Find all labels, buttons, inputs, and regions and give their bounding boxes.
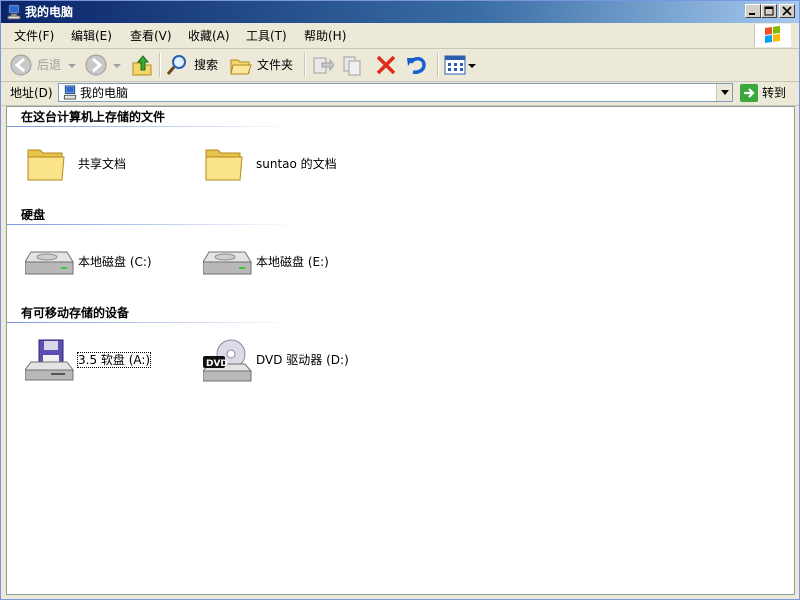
menu-edit[interactable]: 编辑(E)	[71, 29, 112, 43]
item-label: 本地磁盘 (E:)	[256, 255, 329, 269]
menu-help[interactable]: 帮助(H)	[304, 29, 346, 43]
maximize-icon	[764, 6, 774, 16]
item-label: suntao 的文档	[256, 157, 337, 171]
group-divider	[7, 126, 297, 127]
views-button[interactable]	[442, 52, 478, 78]
item-label: 本地磁盘 (C:)	[78, 255, 152, 269]
hard-disk-icon	[24, 240, 75, 285]
forward-arrow-icon	[85, 54, 107, 76]
back-label: 后退	[37, 58, 62, 72]
move-to-button[interactable]	[309, 52, 335, 78]
back-dropdown[interactable]	[65, 52, 79, 78]
group-header-hard-disks: 硬盘	[21, 208, 46, 222]
item-label: 共享文档	[78, 157, 127, 171]
views-icon	[444, 55, 466, 75]
up-folder-button[interactable]	[129, 52, 155, 78]
item-floppy-a[interactable]: 3.5 软盘 (A:)	[24, 338, 175, 388]
dvd-drive-icon: DVD	[201, 338, 253, 387]
copy-to-button[interactable]	[340, 52, 366, 78]
chevron-down-icon	[113, 64, 121, 68]
forward-button[interactable]	[83, 52, 109, 78]
address-value: 我的电脑	[80, 86, 129, 100]
folder-icon	[203, 142, 245, 187]
move-to-icon	[313, 57, 334, 74]
search-button[interactable]: 搜索	[164, 52, 222, 78]
content-pane: 在这台计算机上存储的文件 共享文档 suntao 的文档 硬盘 本地磁盘 (C:…	[6, 106, 795, 595]
toolbar-separator	[159, 53, 161, 77]
chevron-down-icon	[721, 90, 729, 95]
toolbar-separator	[304, 53, 306, 77]
address-label: 地址(D)	[10, 86, 53, 100]
window-title: 我的电脑	[25, 5, 74, 19]
windows-logo-icon	[754, 24, 791, 47]
item-local-disk-c[interactable]: 本地磁盘 (C:)	[24, 240, 175, 290]
menu-bar: 文件(F) 编辑(E) 查看(V) 收藏(A) 工具(T) 帮助(H)	[1, 24, 799, 49]
close-button[interactable]	[779, 4, 795, 18]
delete-x-icon	[376, 55, 396, 75]
item-label: DVD 驱动器 (D:)	[256, 353, 349, 367]
up-folder-icon	[132, 55, 152, 76]
minimize-icon	[749, 13, 755, 15]
toolbar-separator	[437, 53, 439, 77]
item-label: 3.5 软盘 (A:)	[76, 352, 152, 368]
chevron-down-icon	[68, 64, 76, 68]
copy-to-icon	[343, 56, 361, 76]
item-local-disk-e[interactable]: 本地磁盘 (E:)	[202, 240, 373, 290]
menu-view[interactable]: 查看(V)	[130, 29, 172, 43]
address-bar: 地址(D) 我的电脑 转到	[1, 82, 799, 106]
folders-label: 文件夹	[257, 58, 294, 72]
address-dropdown-button[interactable]	[716, 84, 732, 101]
address-input[interactable]: 我的电脑	[58, 83, 733, 102]
item-shared-documents[interactable]: 共享文档	[25, 142, 175, 192]
group-divider	[7, 224, 297, 225]
go-arrow-icon	[740, 84, 758, 102]
folder-icon	[25, 142, 67, 187]
hard-disk-icon	[202, 240, 253, 285]
close-icon	[782, 6, 792, 16]
search-icon	[166, 55, 186, 75]
group-divider	[7, 322, 297, 323]
menu-tools[interactable]: 工具(T)	[246, 29, 287, 43]
group-header-removable-devices: 有可移动存储的设备	[21, 306, 130, 320]
forward-dropdown[interactable]	[110, 52, 124, 78]
toolbar: 后退 搜索 文件夹	[1, 49, 799, 82]
back-arrow-icon	[10, 54, 32, 76]
menu-favorites[interactable]: 收藏(A)	[188, 29, 230, 43]
go-button[interactable]: 转到	[739, 83, 791, 103]
search-label: 搜索	[194, 58, 219, 72]
chevron-down-icon	[468, 64, 476, 68]
floppy-drive-icon	[24, 338, 75, 387]
delete-button[interactable]	[373, 52, 399, 78]
undo-button[interactable]	[404, 52, 430, 78]
menu-file[interactable]: 文件(F)	[14, 29, 54, 43]
explorer-window: 我的电脑 文件(F) 编辑(E) 查看(V) 收藏(A) 工具(T) 帮助(H)	[0, 0, 800, 600]
go-label: 转到	[762, 86, 787, 100]
item-dvd-d[interactable]: DVD DVD 驱动器 (D:)	[201, 338, 373, 388]
my-computer-icon	[62, 85, 78, 103]
group-header-stored-files: 在这台计算机上存储的文件	[21, 110, 166, 124]
folders-icon	[230, 59, 252, 75]
folders-button[interactable]: 文件夹	[228, 52, 298, 78]
minimize-button[interactable]	[745, 4, 761, 18]
item-suntao-documents[interactable]: suntao 的文档	[203, 142, 373, 192]
svg-text:DVD: DVD	[206, 359, 228, 369]
undo-icon	[407, 57, 426, 74]
title-bar[interactable]: 我的电脑	[1, 1, 799, 23]
maximize-button[interactable]	[761, 4, 777, 18]
my-computer-icon	[6, 4, 22, 20]
back-button[interactable]: 后退	[7, 52, 65, 78]
